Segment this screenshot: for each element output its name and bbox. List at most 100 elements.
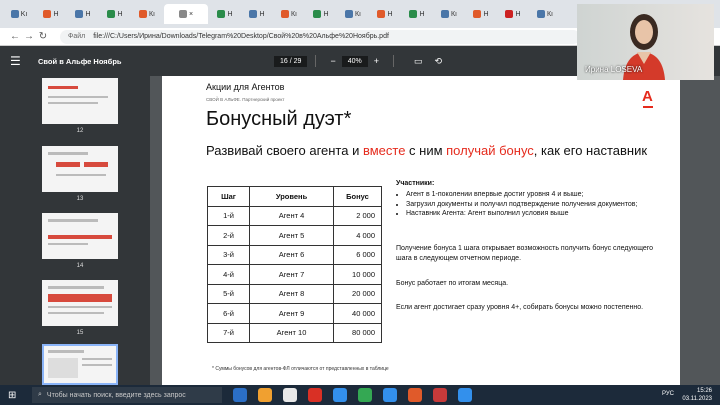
taskbar-app-icon[interactable] [258, 388, 272, 402]
lead-highlight: получай бонус [446, 143, 534, 158]
list-item: Загрузил документы и получил подтвержден… [406, 200, 656, 210]
tab-label: Кı [290, 10, 298, 18]
tab-favicon-icon [178, 10, 187, 18]
browser-tab[interactable]: Н [370, 4, 400, 24]
back-arrow-icon[interactable]: ← [8, 31, 22, 42]
browser-tab[interactable]: Кı [338, 4, 368, 24]
table-cell: Агент 8 [249, 283, 334, 304]
table-cell: Агент 4 [249, 205, 334, 226]
thumbnail-page[interactable] [42, 146, 118, 192]
taskbar-app-icon[interactable] [383, 388, 397, 402]
table-row: 5-й Агент 8 20 000 [207, 283, 382, 304]
participants-title: Участники: [396, 180, 435, 187]
taskbar-app-icon[interactable] [283, 388, 297, 402]
browser-tab[interactable]: Н [402, 4, 432, 24]
table-cell: 10 000 [333, 264, 382, 285]
slide-title: Бонусный дуэт* [206, 108, 352, 130]
thumbnail-number: 14 [76, 263, 84, 269]
browser-tab[interactable]: Kı [4, 4, 34, 24]
browser-tab[interactable]: Кı [530, 4, 560, 24]
browser-tab[interactable]: × [164, 4, 208, 24]
rotate-icon[interactable]: ⟲ [435, 56, 443, 67]
browser-tab[interactable]: Н [498, 4, 528, 24]
table-cell: 5-й [207, 283, 250, 304]
zoom-out-icon[interactable]: − [330, 56, 335, 66]
windows-taskbar: ⊞ ⌕ Чтобы начать поиск, введите здесь за… [0, 385, 720, 405]
slide-heading: Акции для Агентов [206, 82, 285, 92]
zoom-input[interactable]: 40% [341, 55, 368, 67]
tab-favicon-icon [377, 10, 386, 18]
browser-tab[interactable]: Кı [434, 4, 464, 24]
menu-icon[interactable]: ☰ [10, 54, 34, 68]
browser-tab[interactable]: Н [242, 4, 272, 24]
table-row: 3-й Агент 66 000 [207, 244, 382, 265]
tab-label: Н [483, 10, 489, 18]
taskbar-app-icon[interactable] [233, 388, 247, 402]
footnote: * Суммы бонусов для агентов-ФЛ отличаютс… [212, 366, 389, 372]
taskbar-app-icon[interactable] [308, 388, 322, 402]
taskbar-search-input[interactable]: ⌕ Чтобы начать поиск, введите здесь запр… [32, 387, 222, 403]
table-cell: 6-й [207, 303, 250, 324]
toolbar-divider [315, 55, 317, 67]
browser-tab[interactable]: Н [306, 4, 336, 24]
table-header: Уровень [249, 186, 334, 207]
webcam-name-label: Ирина LOSEVA [585, 65, 643, 74]
participants-list: Агент в 1-поколении впервые достиг уровн… [396, 190, 656, 219]
thumbnail-page[interactable] [42, 78, 118, 124]
document-title: Свой в Альфе Ноябрь [38, 56, 122, 66]
table-cell: 40 000 [333, 303, 382, 324]
tab-label: Кı [450, 10, 458, 18]
table-cell: 80 000 [333, 322, 382, 343]
pdf-viewport[interactable]: Акции для Агентов СВОЙ В АЛЬФЕ. Партнерс… [150, 76, 720, 385]
tab-favicon-icon [217, 10, 226, 18]
url-input[interactable]: Файл file:///C:/Users/Ирина/Downloads/Te… [60, 29, 580, 44]
fit-page-icon[interactable]: ▭ [414, 56, 423, 67]
browser-tab[interactable]: Н [466, 4, 496, 24]
tab-label: Кı [148, 10, 156, 18]
toolbar-divider [392, 55, 394, 67]
thumbnail-page[interactable] [42, 280, 118, 326]
table-header: Бонус [333, 186, 382, 207]
table-cell: 6 000 [333, 244, 382, 265]
taskbar-app-icon[interactable] [408, 388, 422, 402]
table-cell: 7-й [207, 322, 250, 343]
tab-label: Н [227, 10, 233, 18]
browser-tab[interactable]: Кı [132, 4, 162, 24]
tab-label: Кı [546, 10, 554, 18]
windows-start-icon[interactable]: ⊞ [8, 390, 26, 401]
thumbnail-page-current[interactable] [42, 344, 118, 385]
search-icon: ⌕ [38, 391, 42, 398]
table-cell: 4 000 [333, 225, 382, 246]
browser-tab[interactable]: Кı [274, 4, 304, 24]
table-cell: 3-й [207, 244, 250, 265]
table-row: 2-й Агент 54 000 [207, 225, 382, 246]
page-current: 16 [280, 57, 288, 65]
page-number-input[interactable]: 16 / 29 [274, 55, 308, 67]
tab-favicon-icon [440, 10, 449, 18]
tab-label: Н [323, 10, 329, 18]
reload-icon[interactable]: ↻ [36, 31, 50, 42]
browser-tab[interactable]: Н [68, 4, 98, 24]
table-row: 1-й Агент 42 000 [207, 205, 382, 226]
clock-date: 03.11.2023 [682, 396, 712, 402]
tab-favicon-icon [10, 10, 19, 18]
slide-lead: Развивай своего агента и вместе с ним по… [206, 142, 676, 159]
forward-arrow-icon[interactable]: → [22, 31, 36, 42]
alfa-logo-underline [643, 106, 653, 108]
tray-clock[interactable]: 15:26 03.11.2023 [682, 387, 712, 403]
tab-favicon-icon [75, 10, 84, 18]
thumbnail-sidebar[interactable]: 12 13 14 15 [0, 76, 150, 385]
browser-tab[interactable]: Н [100, 4, 130, 24]
thumbnail-page[interactable] [42, 213, 118, 259]
taskbar-app-icon[interactable] [433, 388, 447, 402]
browser-tab[interactable]: Н [210, 4, 240, 24]
taskbar-app-icon[interactable] [358, 388, 372, 402]
language-indicator[interactable]: РУС [662, 391, 674, 397]
zoom-in-icon[interactable]: + [374, 56, 379, 66]
taskbar-app-icon[interactable] [333, 388, 347, 402]
table-row: 6-й Агент 9 40 000 [207, 303, 382, 324]
browser-tab[interactable]: Н [36, 4, 66, 24]
slide-subheading: СВОЙ В АЛЬФЕ. Партнерский проект [206, 97, 285, 102]
paragraph: Бонус работает по итогам месяца. [396, 280, 509, 287]
taskbar-app-icon[interactable] [458, 388, 472, 402]
